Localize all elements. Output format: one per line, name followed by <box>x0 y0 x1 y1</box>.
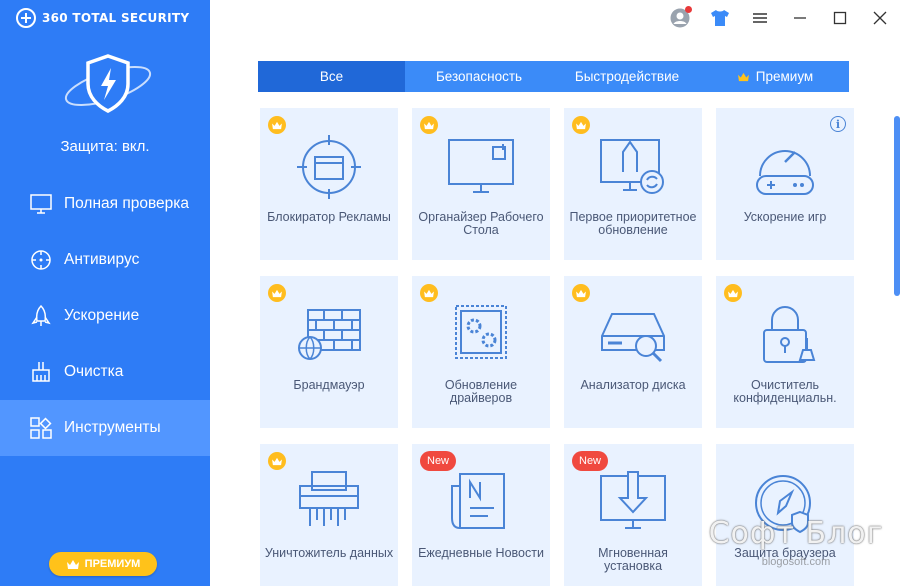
sidebar: 360 TOTAL SECURITY Защита: вкл. Полная п… <box>0 0 210 586</box>
premium-crown-badge <box>268 284 286 302</box>
sidebar-item-label: Антивирус <box>64 251 140 268</box>
premium-crown-badge <box>572 284 590 302</box>
category-tabs: Все Безопасность Быстродействие Премиум <box>258 61 849 92</box>
grid-icon <box>30 417 52 439</box>
privacy-cleaner-icon <box>763 306 816 363</box>
shredder-icon <box>299 471 359 526</box>
ad-blocker-icon <box>297 135 361 199</box>
minimize-button[interactable] <box>790 8 810 28</box>
brand-logo-icon <box>16 8 36 28</box>
crown-icon <box>737 72 749 81</box>
account-button[interactable] <box>670 6 692 28</box>
tool-card-driver-update[interactable]: Обновление драйверов <box>412 276 550 428</box>
hamburger-menu-icon <box>753 13 767 23</box>
driver-update-icon <box>455 305 507 359</box>
tab-performance[interactable]: Быстродействие <box>553 61 701 92</box>
tool-label: Ускорение игр <box>743 210 827 224</box>
tool-card-instant-install[interactable]: New Мгновенная установка <box>564 444 702 586</box>
sidebar-item-label: Ускорение <box>64 307 140 324</box>
tool-card-shredder[interactable]: Уничтожитель данных <box>260 444 398 586</box>
news-icon <box>451 473 505 529</box>
tools-panel: Все Безопасность Быстродействие Премиум … <box>210 36 900 586</box>
broom-icon <box>32 362 50 382</box>
minimize-icon <box>794 17 806 19</box>
tool-card-disk-analyzer[interactable]: Анализатор диска <box>564 276 702 428</box>
shield-lightning-icon <box>60 50 156 122</box>
brand-name: 360 TOTAL SECURITY <box>42 11 190 25</box>
tool-label: Первое приоритетное обновление <box>569 210 697 237</box>
premium-crown-badge <box>268 452 286 470</box>
tshirt-icon <box>711 10 729 26</box>
tools-grid: Блокиратор Рекламы Органайзер Рабочего С… <box>260 108 860 586</box>
tool-label: Ежедневные Новости <box>418 546 544 560</box>
sidebar-item-label: Очистка <box>64 363 124 380</box>
title-bar <box>210 0 900 36</box>
tool-card-browser-protection[interactable]: Защита браузера <box>716 444 854 586</box>
premium-crown-badge <box>724 284 742 302</box>
notification-dot <box>685 6 692 13</box>
monitor-icon <box>30 194 52 214</box>
tool-card-firewall[interactable]: Брандмауэр <box>260 276 398 428</box>
sidebar-item-label: Инструменты <box>64 419 161 436</box>
target-icon <box>31 250 51 270</box>
tool-label: Очиститель конфиденциальн. <box>733 378 837 405</box>
maximize-button[interactable] <box>830 8 850 28</box>
premium-button-label: ПРЕМИУМ <box>84 558 141 570</box>
tab-all[interactable]: Все <box>258 61 405 92</box>
instant-install-icon <box>600 471 666 529</box>
desktop-organizer-icon <box>448 139 514 193</box>
disk-analyzer-icon <box>601 313 665 363</box>
tool-label: Обновление драйверов <box>444 378 518 405</box>
tool-label: Анализатор диска <box>580 378 686 392</box>
info-icon[interactable]: i <box>830 116 846 132</box>
sidebar-item-full-scan[interactable]: Полная проверка <box>0 176 210 232</box>
priority-update-icon <box>600 139 664 194</box>
sidebar-item-antivirus[interactable]: Антивирус <box>0 232 210 288</box>
brand: 360 TOTAL SECURITY <box>16 8 189 28</box>
close-icon <box>873 11 887 25</box>
tab-label: Безопасность <box>435 69 523 84</box>
tool-label: Брандмауэр <box>293 378 365 392</box>
premium-crown-badge <box>420 284 438 302</box>
tool-label: Блокиратор Рекламы <box>267 210 391 224</box>
scrollbar-thumb[interactable] <box>894 116 900 296</box>
tool-card-ad-blocker[interactable]: Блокиратор Рекламы <box>260 108 398 260</box>
tab-premium[interactable]: Премиум <box>701 61 849 92</box>
skin-button[interactable] <box>710 8 730 28</box>
sidebar-item-label: Полная проверка <box>64 195 190 212</box>
tool-card-desktop-organizer[interactable]: Органайзер Рабочего Стола <box>412 108 550 260</box>
sidebar-item-speedup[interactable]: Ускорение <box>0 288 210 344</box>
premium-crown-badge <box>420 116 438 134</box>
rocket-icon <box>31 305 51 326</box>
tool-label: Защита браузера <box>734 546 836 560</box>
tab-security[interactable]: Безопасность <box>405 61 553 92</box>
tool-label: Уничтожитель данных <box>264 546 394 560</box>
premium-crown-badge <box>268 116 286 134</box>
tool-card-priority-update[interactable]: Первое приоритетное обновление <box>564 108 702 260</box>
maximize-icon <box>833 11 847 25</box>
menu-button[interactable] <box>750 8 770 28</box>
sidebar-item-cleanup[interactable]: Очистка <box>0 344 210 400</box>
browser-protection-icon <box>755 475 811 534</box>
premium-button[interactable]: ПРЕМИУМ <box>49 552 157 576</box>
tool-card-privacy-cleaner[interactable]: Очиститель конфиденциальн. <box>716 276 854 428</box>
firewall-icon <box>298 309 361 360</box>
tool-label: Органайзер Рабочего Стола <box>418 210 544 237</box>
crown-icon <box>66 559 79 569</box>
tab-label: Премиум <box>755 69 814 84</box>
protection-status: Защита: вкл. <box>60 138 150 155</box>
sidebar-item-tools[interactable]: Инструменты <box>0 400 210 456</box>
premium-crown-badge <box>572 116 590 134</box>
close-button[interactable] <box>870 8 890 28</box>
tab-label: Все <box>319 69 344 84</box>
tool-label: Мгновенная установка <box>598 546 668 573</box>
tool-card-daily-news[interactable]: New Ежедневные Новости <box>412 444 550 586</box>
tool-card-game-booster[interactable]: i Ускорение игр <box>716 108 854 260</box>
tab-label: Быстродействие <box>574 69 680 84</box>
sidebar-nav: Полная проверка Антивирус Ускорение Очис… <box>0 176 210 456</box>
gamepad-icon <box>756 150 814 195</box>
